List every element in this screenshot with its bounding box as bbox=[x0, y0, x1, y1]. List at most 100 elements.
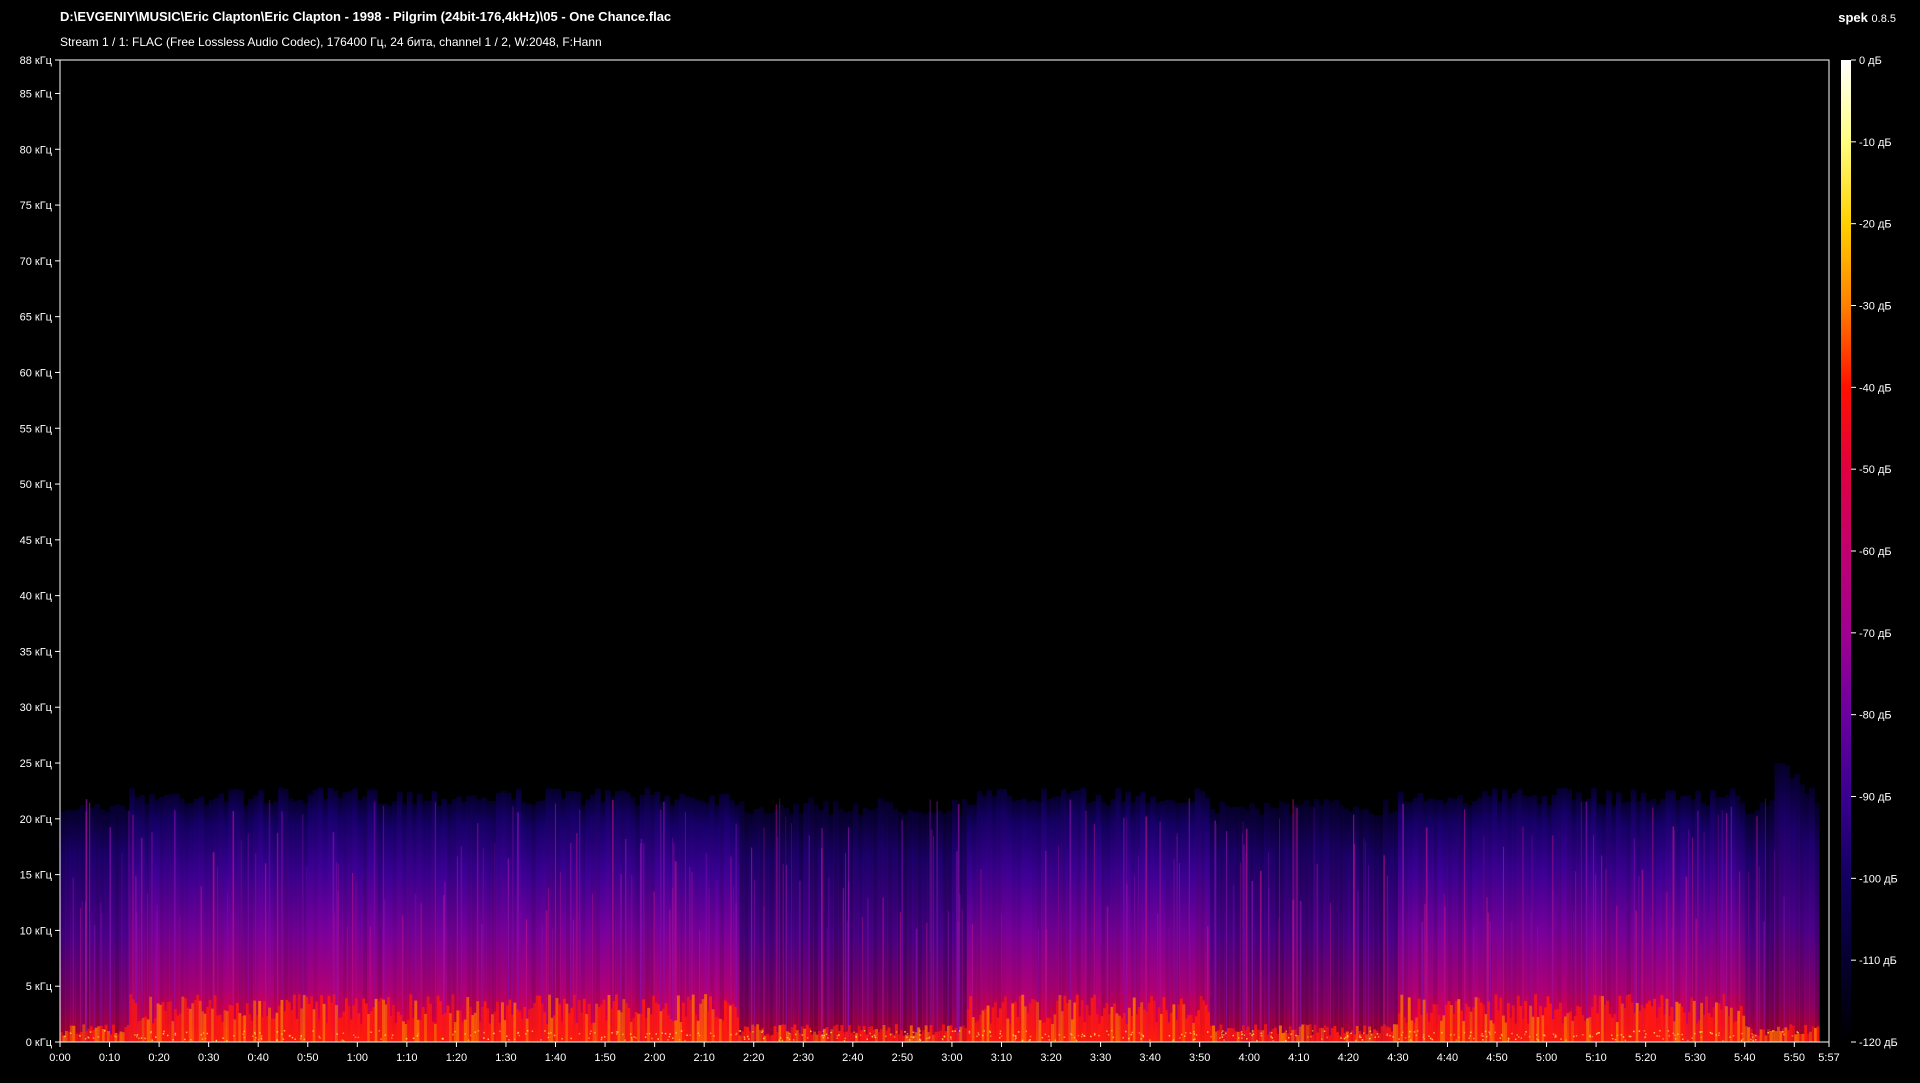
low-frequency-energy bbox=[756, 1024, 760, 1042]
peak-speckle bbox=[547, 1036, 550, 1039]
low-frequency-energy bbox=[1078, 1016, 1082, 1042]
peak-speckle bbox=[1589, 1034, 1591, 1037]
low-frequency-energy bbox=[860, 1030, 864, 1042]
low-frequency-energy bbox=[233, 1019, 237, 1042]
peak-speckle bbox=[1238, 1037, 1240, 1039]
low-frequency-energy bbox=[907, 1035, 911, 1042]
low-frequency-energy bbox=[981, 1010, 985, 1042]
low-frequency-energy bbox=[637, 1013, 641, 1042]
low-frequency-energy bbox=[961, 1025, 965, 1042]
low-frequency-energy bbox=[664, 1003, 668, 1042]
peak-speckle bbox=[825, 1033, 828, 1036]
low-frequency-energy bbox=[1209, 1025, 1213, 1042]
low-frequency-energy bbox=[466, 997, 470, 1042]
low-frequency-energy bbox=[540, 1003, 544, 1042]
peak-speckle bbox=[669, 1033, 671, 1035]
peak-speckle bbox=[1260, 1032, 1262, 1035]
low-frequency-energy bbox=[619, 1012, 623, 1042]
peak-speckle bbox=[1025, 1030, 1028, 1033]
peak-speckle bbox=[1044, 1033, 1047, 1036]
x-tick-label: 3:20 bbox=[1040, 1052, 1061, 1064]
peak-speckle bbox=[470, 1034, 472, 1037]
low-frequency-energy bbox=[201, 1011, 205, 1042]
low-frequency-energy bbox=[1167, 1022, 1171, 1042]
peak-speckle bbox=[730, 1033, 732, 1036]
peak-speckle bbox=[968, 1032, 971, 1034]
low-frequency-energy bbox=[991, 1007, 995, 1042]
spectrogram-column bbox=[1234, 806, 1240, 1042]
low-frequency-energy bbox=[416, 1019, 420, 1042]
peak-speckle bbox=[1656, 1035, 1658, 1037]
peak-speckle bbox=[1370, 1033, 1373, 1036]
peak-speckle bbox=[1347, 1035, 1349, 1037]
low-frequency-energy bbox=[431, 1021, 435, 1042]
peak-speckle bbox=[1345, 1036, 1347, 1039]
peak-speckle bbox=[477, 1030, 480, 1032]
low-frequency-energy bbox=[248, 1013, 252, 1042]
low-frequency-energy bbox=[1715, 1002, 1718, 1042]
low-frequency-energy bbox=[1100, 1016, 1104, 1042]
peak-speckle bbox=[1000, 1035, 1003, 1037]
low-frequency-energy bbox=[1065, 1003, 1069, 1042]
x-tick-label: 4:30 bbox=[1387, 1052, 1408, 1064]
low-frequency-energy bbox=[171, 1021, 175, 1042]
low-frequency-energy bbox=[934, 1031, 938, 1042]
peak-speckle bbox=[1021, 1039, 1024, 1042]
low-frequency-energy bbox=[473, 1012, 477, 1042]
spectrogram-column bbox=[887, 802, 894, 1042]
low-frequency-energy bbox=[1373, 1029, 1376, 1042]
low-frequency-energy bbox=[1784, 1027, 1788, 1042]
low-frequency-energy bbox=[1021, 994, 1025, 1042]
low-frequency-energy bbox=[1447, 1001, 1451, 1042]
low-frequency-energy bbox=[1098, 1023, 1101, 1042]
low-frequency-energy bbox=[1640, 1004, 1644, 1042]
peak-speckle bbox=[499, 1030, 501, 1033]
low-frequency-energy bbox=[932, 1034, 935, 1042]
peak-speckle bbox=[624, 1039, 626, 1041]
peak-speckle bbox=[1700, 1036, 1703, 1038]
low-frequency-energy bbox=[847, 1025, 851, 1042]
low-frequency-energy bbox=[892, 1034, 896, 1042]
x-tick-label: 2:00 bbox=[644, 1052, 665, 1064]
low-frequency-energy bbox=[699, 1003, 703, 1042]
peak-speckle bbox=[1565, 1039, 1567, 1041]
peak-speckle bbox=[1360, 1036, 1362, 1039]
peak-speckle bbox=[919, 1038, 921, 1041]
low-frequency-energy bbox=[1199, 995, 1203, 1042]
peak-speckle bbox=[1210, 1035, 1212, 1038]
low-frequency-energy bbox=[1080, 1000, 1084, 1042]
low-frequency-energy bbox=[1593, 994, 1597, 1042]
low-frequency-energy bbox=[344, 998, 348, 1042]
low-frequency-energy bbox=[999, 1008, 1002, 1042]
peak-speckle bbox=[1644, 1036, 1647, 1038]
low-frequency-energy bbox=[543, 1012, 547, 1042]
spectrogram-column bbox=[694, 799, 700, 1042]
peak-speckle bbox=[999, 1030, 1002, 1032]
spectrogram-chart: 0 кГц 5 кГц 10 кГц 15 кГц 20 кГц 25 кГц 30 кГц… bbox=[20, 55, 1898, 1064]
peak-speckle bbox=[318, 1035, 320, 1038]
peak-speckle bbox=[1658, 1035, 1661, 1037]
low-frequency-energy bbox=[607, 995, 611, 1042]
peak-speckle bbox=[762, 1030, 764, 1032]
peak-speckle bbox=[201, 1038, 204, 1040]
low-frequency-energy bbox=[1633, 1012, 1637, 1042]
x-tick-label: 0:10 bbox=[99, 1052, 120, 1064]
low-frequency-energy bbox=[513, 1002, 517, 1042]
peak-speckle bbox=[300, 1035, 302, 1038]
peak-speckle bbox=[1223, 1034, 1225, 1036]
low-frequency-energy bbox=[1088, 1015, 1092, 1042]
low-frequency-energy bbox=[595, 1003, 599, 1042]
peak-speckle bbox=[1486, 1035, 1488, 1038]
peak-speckle bbox=[761, 1031, 763, 1033]
low-frequency-energy bbox=[550, 1017, 554, 1042]
low-frequency-energy bbox=[392, 1004, 395, 1042]
spectrogram-column bbox=[981, 795, 988, 1042]
peak-speckle bbox=[748, 1038, 750, 1040]
peak-speckle bbox=[233, 1035, 235, 1037]
low-frequency-energy bbox=[1501, 1015, 1505, 1042]
low-frequency-energy bbox=[282, 1011, 286, 1042]
peak-speckle bbox=[1511, 1032, 1513, 1035]
peak-speckle bbox=[1221, 1036, 1224, 1038]
peak-speckle bbox=[1029, 1035, 1032, 1038]
low-frequency-energy bbox=[1150, 996, 1154, 1042]
